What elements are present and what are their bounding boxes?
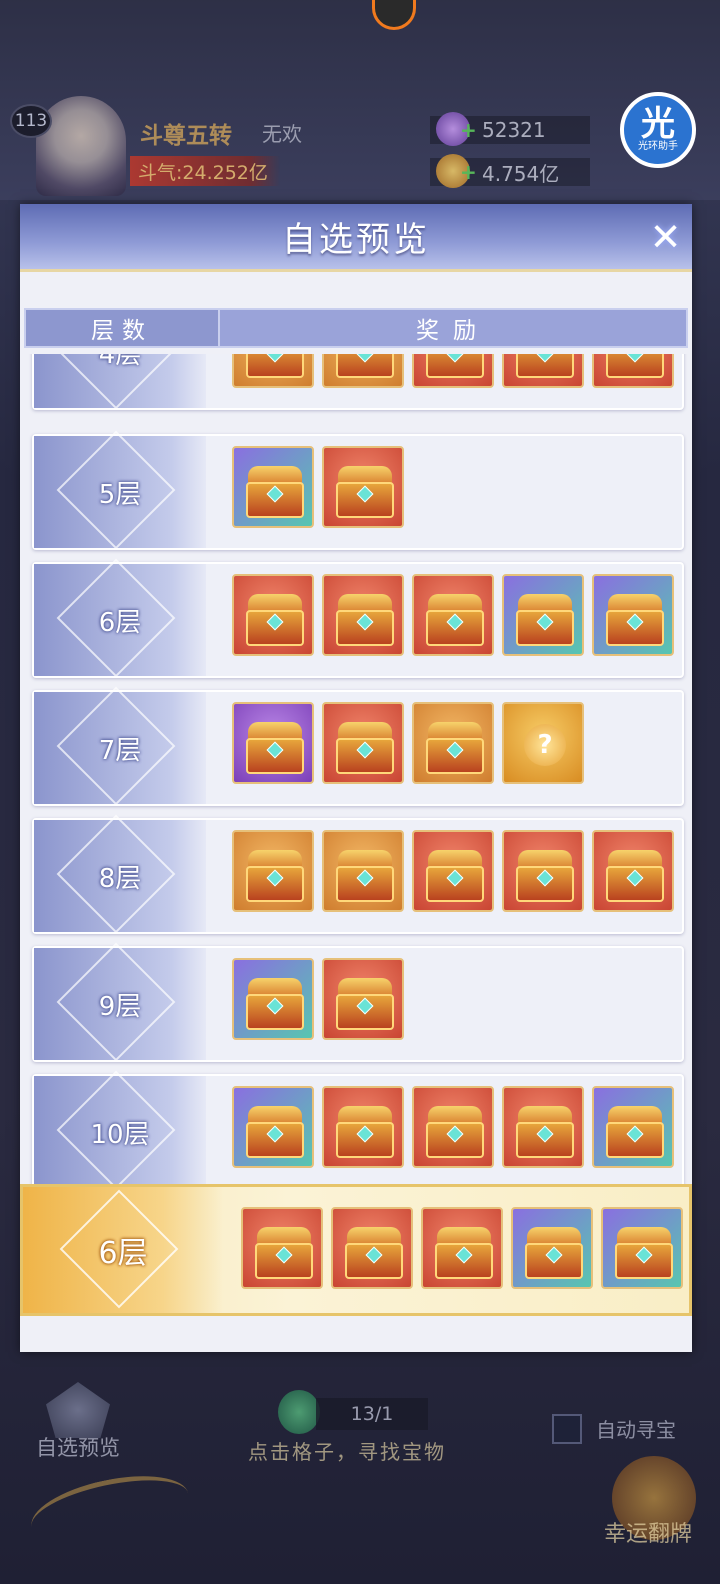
reward-item[interactable] bbox=[511, 1207, 593, 1289]
layer-label: 10层 bbox=[90, 1119, 150, 1150]
reward-item[interactable] bbox=[502, 1086, 584, 1168]
layer-row[interactable]: 4层 bbox=[32, 354, 684, 410]
resource-crystal[interactable]: + 52321 bbox=[430, 112, 590, 146]
reward-item[interactable] bbox=[322, 446, 404, 528]
selected-layer-row[interactable]: 6层 bbox=[20, 1184, 692, 1316]
selected-reward-items bbox=[241, 1207, 683, 1289]
progress-counter: 13/1 bbox=[316, 1398, 428, 1430]
layer-row[interactable]: 5层 bbox=[32, 430, 684, 550]
bottom-bar: 自选预览 13/1 点击格子，寻找宝物 自动寻宝 幸运翻牌 bbox=[0, 1360, 720, 1584]
reward-item[interactable] bbox=[592, 1086, 674, 1168]
header-reward: 奖励 bbox=[220, 308, 688, 348]
reward-item[interactable] bbox=[232, 830, 314, 912]
reward-item[interactable] bbox=[232, 574, 314, 656]
layer-label: 9层 bbox=[98, 991, 142, 1022]
reward-item[interactable] bbox=[412, 1086, 494, 1168]
reward-item[interactable] bbox=[322, 958, 404, 1040]
player-avatar[interactable] bbox=[36, 96, 126, 196]
layer-label: 6层 bbox=[98, 607, 142, 638]
reward-item[interactable] bbox=[241, 1207, 323, 1289]
reward-item[interactable] bbox=[232, 1086, 314, 1168]
reward-item[interactable] bbox=[502, 574, 584, 656]
layer-list[interactable]: 4层 5层 6层 7层? 8层 9层 10层 bbox=[20, 354, 692, 1184]
layer-label: 7层 bbox=[98, 735, 142, 766]
reward-item[interactable] bbox=[322, 354, 404, 388]
preview-dialog: 自选预览 ✕ 层数 奖励 4层 5层 6层 7层? 8层 9层 10层 6层 bbox=[20, 204, 692, 1352]
reward-items: ? bbox=[232, 702, 584, 784]
reward-item[interactable] bbox=[322, 1086, 404, 1168]
gem-icon bbox=[278, 1390, 320, 1434]
preview-button[interactable]: 自选预览 bbox=[36, 1432, 120, 1462]
lucky-card-button[interactable]: 幸运翻牌 bbox=[604, 1516, 692, 1548]
decor-swoosh bbox=[25, 1464, 195, 1556]
dialog-title: 自选预览 bbox=[282, 220, 430, 260]
reward-item[interactable] bbox=[412, 354, 494, 388]
reward-item[interactable] bbox=[421, 1207, 503, 1289]
hint-text: 点击格子，寻找宝物 bbox=[248, 1440, 446, 1464]
reward-item[interactable]: ? bbox=[502, 702, 584, 784]
reward-items bbox=[232, 1086, 674, 1168]
layer-row[interactable]: 10层 bbox=[32, 1070, 684, 1184]
reward-item[interactable] bbox=[412, 702, 494, 784]
reward-item[interactable] bbox=[502, 354, 584, 388]
reward-item[interactable] bbox=[232, 446, 314, 528]
layer-row[interactable]: 9层 bbox=[32, 942, 684, 1062]
reward-item[interactable] bbox=[232, 702, 314, 784]
reward-item[interactable] bbox=[322, 830, 404, 912]
reward-items bbox=[232, 574, 674, 656]
resource-gold[interactable]: + 4.754亿 bbox=[430, 154, 590, 188]
reward-items bbox=[232, 354, 674, 388]
question-icon: ? bbox=[524, 724, 566, 766]
selected-layer-label: 6层 bbox=[98, 1236, 148, 1271]
player-power: 斗气:24.252亿 bbox=[130, 156, 280, 186]
reward-item[interactable] bbox=[502, 830, 584, 912]
reward-item[interactable] bbox=[412, 574, 494, 656]
resource-crystal-value: 52321 bbox=[482, 118, 546, 142]
preview-icon[interactable] bbox=[46, 1382, 110, 1438]
helper-label: 光环助手 bbox=[638, 141, 678, 152]
reward-items bbox=[232, 446, 404, 528]
layer-row[interactable]: 7层? bbox=[32, 686, 684, 806]
reward-items bbox=[232, 830, 674, 912]
reward-items bbox=[232, 958, 404, 1040]
player-rank: 斗尊五转 bbox=[140, 123, 232, 149]
reward-item[interactable] bbox=[322, 702, 404, 784]
table-header: 层数 奖励 bbox=[24, 308, 688, 348]
reward-item[interactable] bbox=[232, 958, 314, 1040]
header-layer: 层数 bbox=[24, 308, 220, 348]
layer-label: 8层 bbox=[98, 863, 142, 894]
plus-icon[interactable]: + bbox=[460, 160, 477, 184]
reward-item[interactable] bbox=[331, 1207, 413, 1289]
reward-item[interactable] bbox=[592, 830, 674, 912]
reward-item[interactable] bbox=[232, 354, 314, 388]
dialog-title-bar: 自选预览 ✕ bbox=[20, 204, 692, 272]
reward-item[interactable] bbox=[592, 354, 674, 388]
reward-item[interactable] bbox=[592, 574, 674, 656]
auto-checkbox[interactable] bbox=[552, 1414, 582, 1444]
halo-helper-button[interactable]: 光 光环助手 bbox=[620, 92, 696, 168]
layer-row[interactable]: 8层 bbox=[32, 814, 684, 934]
plus-icon[interactable]: + bbox=[460, 118, 477, 142]
reward-item[interactable] bbox=[601, 1207, 683, 1289]
reward-item[interactable] bbox=[322, 574, 404, 656]
helper-logo: 光 bbox=[641, 104, 675, 144]
resource-gold-value: 4.754亿 bbox=[482, 161, 560, 186]
layer-row[interactable]: 6层 bbox=[32, 558, 684, 678]
player-level: 113 bbox=[10, 104, 52, 138]
player-name: 无欢 bbox=[262, 122, 302, 146]
reward-item[interactable] bbox=[412, 830, 494, 912]
close-icon[interactable]: ✕ bbox=[648, 218, 686, 256]
layer-label: 5层 bbox=[98, 479, 142, 510]
auto-label: 自动寻宝 bbox=[596, 1418, 676, 1442]
layer-label: 4层 bbox=[98, 354, 142, 370]
